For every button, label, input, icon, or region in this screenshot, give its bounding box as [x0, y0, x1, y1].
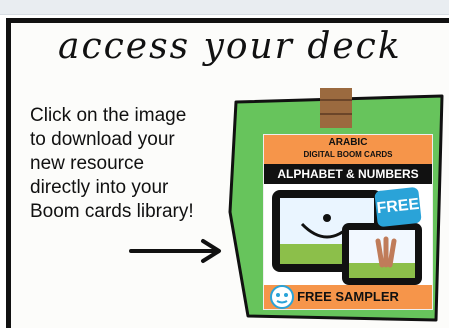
- product-image[interactable]: ARABIC DIGITAL BOOM CARDS ALPHABET & NUM…: [264, 135, 432, 309]
- free-badge: FREE: [374, 186, 422, 228]
- arrow-right-icon: [129, 239, 221, 263]
- instructions-text: Click on the image to download your new …: [30, 105, 194, 222]
- product-name: ALPHABET & NUMBERS: [264, 164, 432, 184]
- logo-icon: [270, 285, 294, 309]
- product-subtitle: DIGITAL BOOM CARDS: [303, 150, 393, 159]
- tape-icon: [320, 88, 352, 128]
- product-title: ARABIC: [328, 137, 368, 148]
- tablet-icon: [342, 223, 422, 285]
- top-strip: [0, 0, 449, 15]
- product-title-banner: ARABIC DIGITAL BOOM CARDS: [264, 135, 432, 164]
- page-title: access your deck: [58, 26, 402, 67]
